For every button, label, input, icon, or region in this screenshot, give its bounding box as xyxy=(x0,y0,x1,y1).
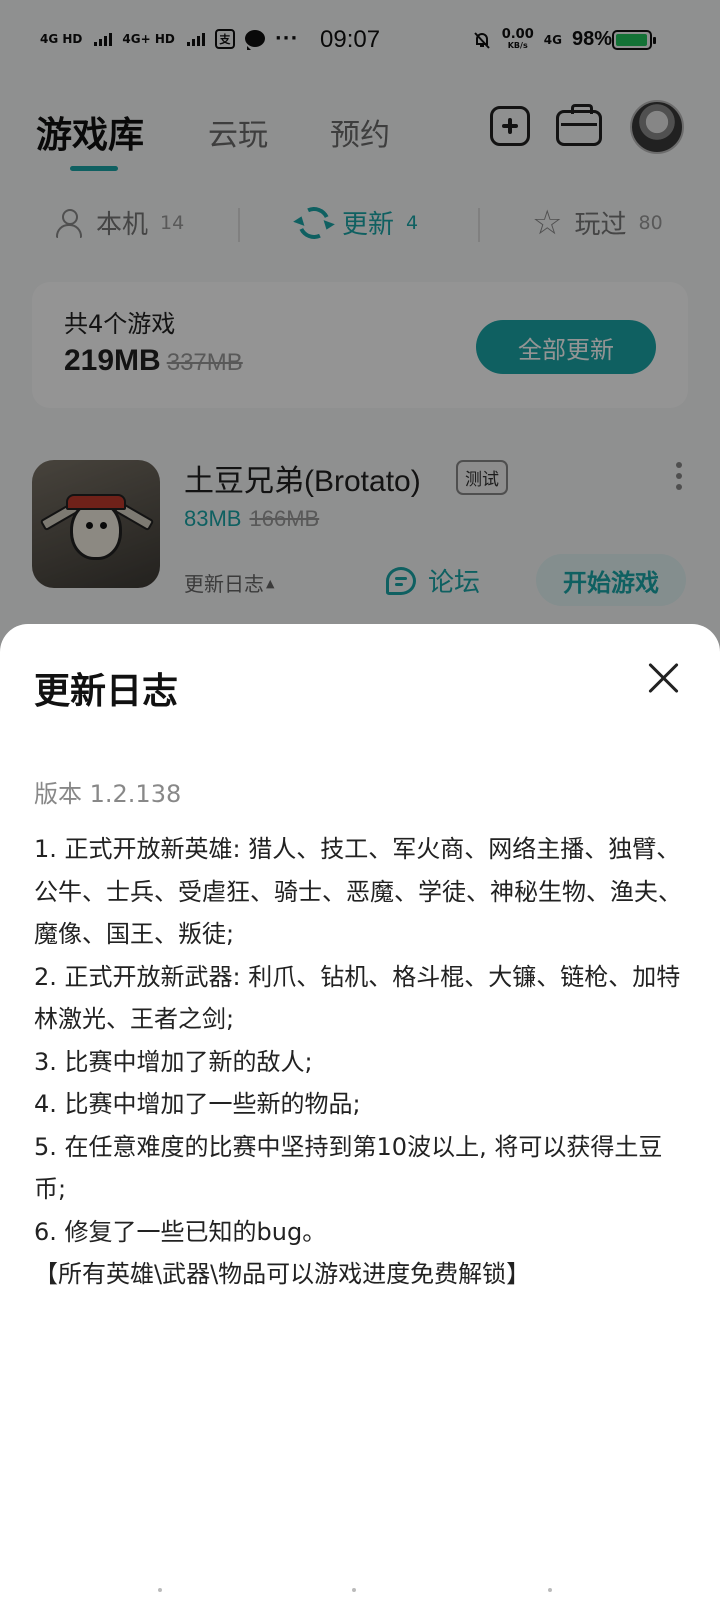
note-line: 5. 在任意难度的比赛中坚持到第10波以上, 将可以获得土豆币; xyxy=(34,1132,663,1204)
sheet-title: 更新日志 xyxy=(34,671,179,712)
note-line: 6. 修复了一些已知的bug。 xyxy=(34,1217,327,1246)
note-line: 4. 比赛中增加了一些新的物品; xyxy=(34,1090,361,1118)
close-icon[interactable] xyxy=(646,660,682,696)
note-line: 3. 比赛中增加了新的敌人; xyxy=(34,1047,313,1076)
version-label: 版本 1.2.138 xyxy=(34,780,182,808)
note-line: 1. 正式开放新英雄: 猎人、技工、军火商、网络主播、独臂、公牛、士兵、受虐狂、… xyxy=(34,835,682,948)
note-line: 2. 正式开放新武器: 利爪、钻机、格斗棍、大镰、链枪、加特林激光、王者之剑; xyxy=(34,962,681,1034)
changelog-sheet: 更新日志 版本 1.2.138 1. 正式开放新英雄: 猎人、技工、军火商、网络… xyxy=(0,624,720,1600)
changelog-notes: 1. 正式开放新英雄: 猎人、技工、军火商、网络主播、独臂、公牛、士兵、受虐狂、… xyxy=(34,828,686,1296)
navigation-hint xyxy=(0,1588,720,1594)
note-line: 【所有英雄\武器\物品可以游戏进度免费解锁】 xyxy=(34,1260,531,1288)
